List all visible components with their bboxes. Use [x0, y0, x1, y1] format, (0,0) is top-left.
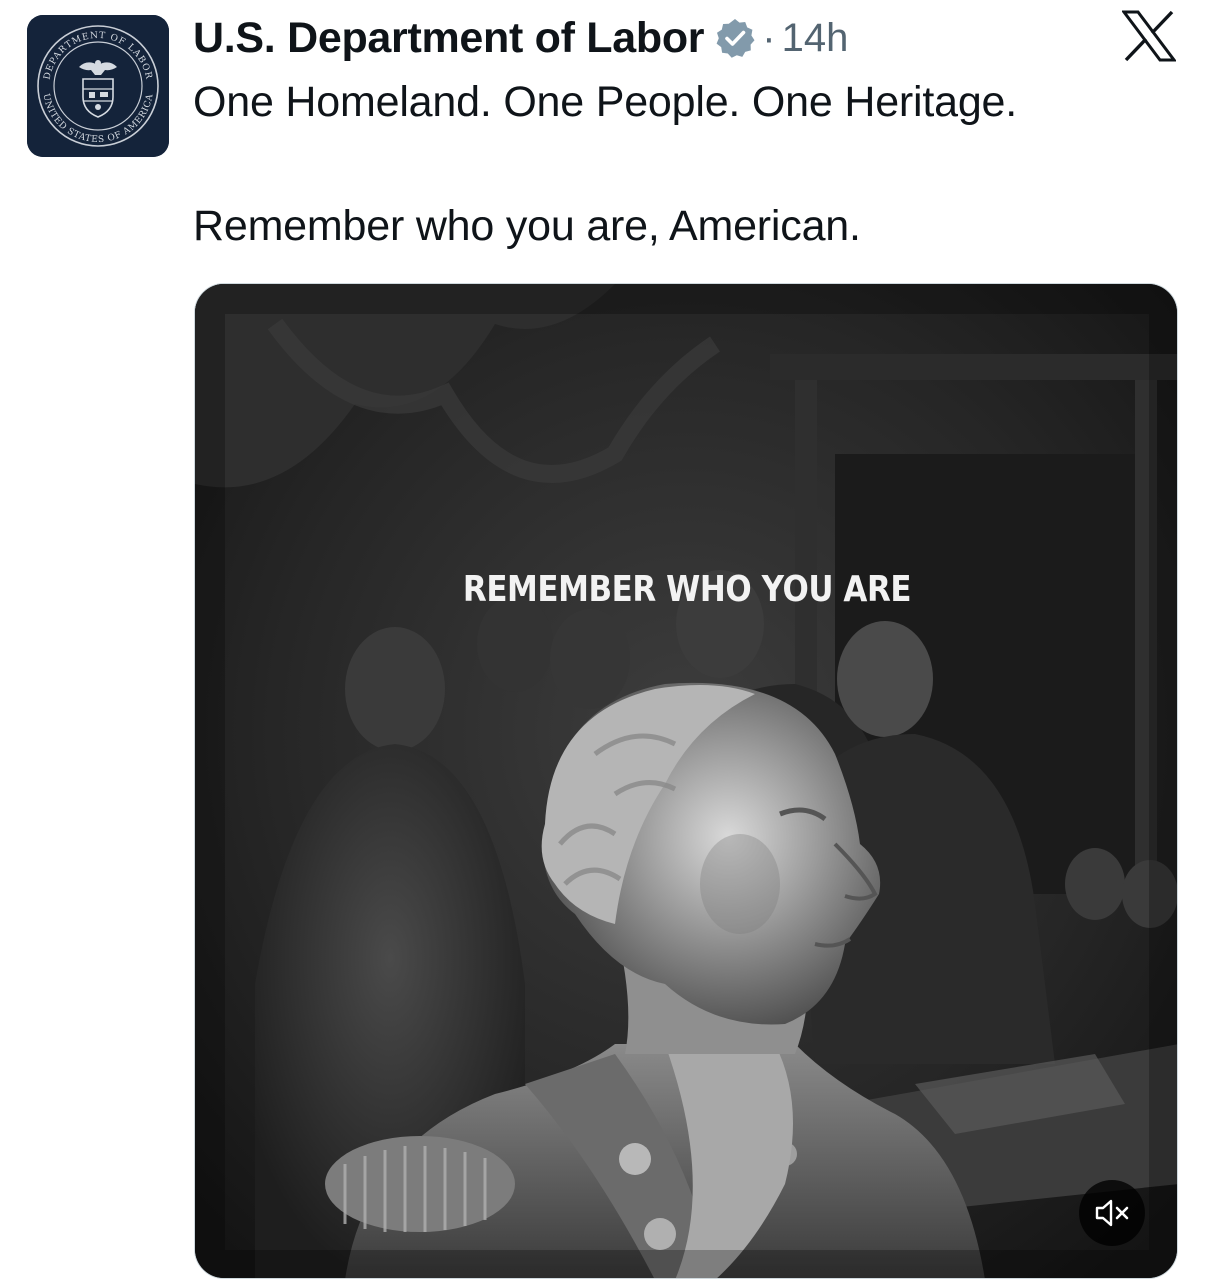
- mute-toggle-button[interactable]: [1079, 1180, 1145, 1246]
- verified-badge-icon[interactable]: [714, 17, 756, 59]
- video-overlay-caption: REMEMBER WHO YOU ARE: [462, 569, 912, 610]
- author-avatar[interactable]: DEPARTMENT OF LABOR UNITED STATES OF AME…: [27, 15, 169, 157]
- post-text-line: Remember who you are, American.: [193, 202, 861, 250]
- post-text-line: One Homeland. One People. One Heritage.: [193, 78, 1018, 126]
- department-seal-icon: DEPARTMENT OF LABOR UNITED STATES OF AME…: [27, 15, 169, 157]
- x-logo-icon[interactable]: [1122, 10, 1176, 62]
- author-display-name[interactable]: U.S. Department of Labor: [193, 14, 705, 63]
- post-video[interactable]: REMEMBER WHO YOU ARE: [194, 283, 1178, 1279]
- post-timestamp[interactable]: 14h: [782, 16, 849, 61]
- post-card: DEPARTMENT OF LABOR UNITED STATES OF AME…: [0, 0, 1206, 1285]
- video-frame-image: [195, 284, 1177, 1278]
- header-separator: ·: [762, 15, 776, 60]
- speaker-muted-icon: [1095, 1199, 1129, 1227]
- post-header: U.S. Department of Labor · 14h: [193, 10, 848, 66]
